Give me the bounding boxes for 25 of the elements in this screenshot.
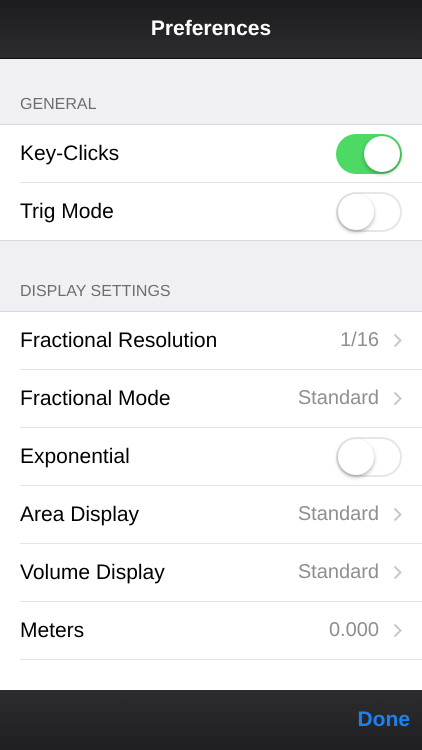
row-label: Meters xyxy=(20,618,86,642)
toggle-switch[interactable] xyxy=(336,134,402,174)
section-header: GENERAL xyxy=(19,96,98,115)
toggle-switch[interactable] xyxy=(336,436,402,476)
row-value: 1/16 xyxy=(340,329,379,352)
row-label: Fractional Mode xyxy=(20,386,172,410)
chevron-icon xyxy=(393,333,402,348)
chevron-icon xyxy=(393,507,402,522)
row-value: 0.000 xyxy=(328,619,379,642)
chevron-icon xyxy=(393,623,402,638)
chevron-icon xyxy=(393,391,402,406)
row-value: Standard xyxy=(298,503,379,526)
chevron-icon xyxy=(393,565,402,580)
section-header: DISPLAY SETTINGS xyxy=(19,283,172,302)
row-label: Area Display xyxy=(20,502,140,526)
row-value: Standard xyxy=(298,561,379,584)
row-label: Fractional Resolution xyxy=(20,328,218,352)
row-label: Exponential xyxy=(20,444,131,468)
row-label: Key-Clicks xyxy=(20,142,120,166)
row-label: Trig Mode xyxy=(20,200,115,224)
done-button[interactable]: Done xyxy=(356,704,412,736)
row-label: Volume Display xyxy=(20,560,166,584)
toggle-switch[interactable] xyxy=(336,192,402,232)
nav-title: Preferences xyxy=(150,17,272,41)
row-value: Standard xyxy=(298,387,379,410)
